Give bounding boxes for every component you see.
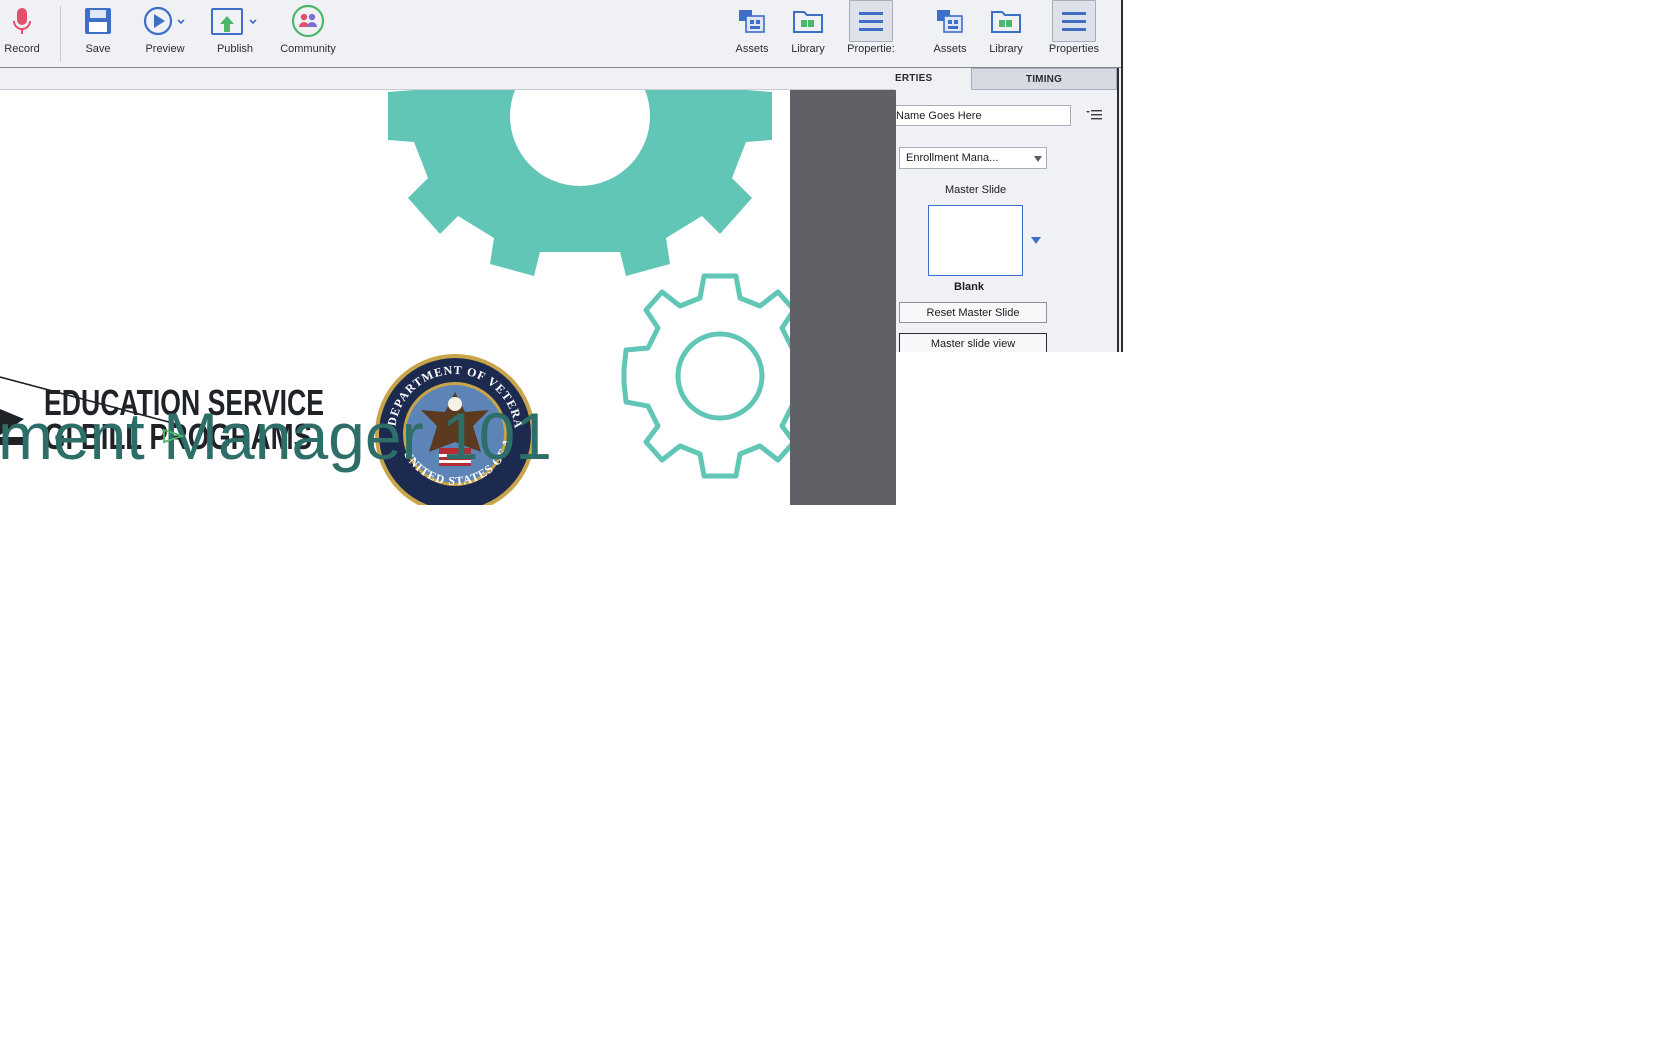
tab-timing-label: TIMING <box>1025 73 1063 85</box>
save-button[interactable]: Save <box>80 0 116 66</box>
thumbnail-dropdown-icon[interactable] <box>1031 237 1041 244</box>
library-button[interactable]: Library <box>789 0 827 66</box>
window-edge <box>1121 0 1123 352</box>
record-button[interactable]: Record <box>2 0 42 66</box>
master-slide-thumbnail[interactable] <box>928 205 1023 276</box>
properties-button-2[interactable]: Properties <box>1046 0 1102 66</box>
assets-button[interactable]: Assets <box>733 0 771 66</box>
save-icon <box>83 0 113 42</box>
slide-name-value: Name Goes Here <box>896 109 982 122</box>
gear-outline-graphic <box>621 273 790 479</box>
master-slide-label: Master Slide <box>945 184 1007 196</box>
slide-name-input[interactable]: Name Goes Here <box>895 105 1071 126</box>
library-icon <box>990 0 1022 42</box>
master-dropdown-value: Enrollment Mana... <box>906 152 999 164</box>
preview-button[interactable]: Preview <box>141 0 189 66</box>
toolbar-separator <box>60 6 61 62</box>
properties-icon <box>1052 0 1096 42</box>
library-label: Library <box>791 43 825 55</box>
master-slide-view-button[interactable]: Master slide view <box>899 333 1047 352</box>
master-slide-dropdown[interactable]: Enrollment Mana... <box>899 147 1047 169</box>
slide-title[interactable]: ment Manager 101 <box>0 398 552 474</box>
master-slide-view-label: Master slide view <box>930 337 1016 350</box>
properties-label: Propertie: <box>847 43 895 55</box>
reset-master-slide-button[interactable]: Reset Master Slide <box>899 302 1047 323</box>
play-icon <box>142 0 188 42</box>
microphone-icon <box>11 0 33 42</box>
preview-label: Preview <box>145 43 185 55</box>
slide-stage[interactable]: EDUCATION SERVICE GI BILL PROGRAMS DEPAR… <box>0 90 790 505</box>
properties-label: Properties <box>1048 43 1100 55</box>
properties-icon <box>849 0 893 42</box>
community-icon <box>291 0 325 42</box>
tab-properties[interactable]: ERTIES <box>895 68 971 90</box>
reset-master-slide-label: Reset Master Slide <box>926 306 1020 319</box>
publish-icon <box>210 0 260 42</box>
library-icon <box>792 0 824 42</box>
assets-label: Assets <box>735 43 769 55</box>
cursor-marker-icon <box>163 428 185 444</box>
master-thumb-caption: Blank <box>954 281 984 293</box>
library-label: Library <box>989 43 1023 55</box>
main-toolbar: Record Save Preview Publish Community As… <box>0 0 1123 68</box>
assets-label: Assets <box>933 43 967 55</box>
save-label: Save <box>85 43 111 55</box>
tab-properties-label: ERTIES <box>895 73 933 84</box>
record-label: Record <box>4 43 40 55</box>
assets-icon <box>935 0 965 42</box>
assets-button[interactable]: Assets <box>931 0 969 66</box>
panel-border <box>1117 68 1119 352</box>
stage-scratch-area <box>790 90 896 505</box>
publish-label: Publish <box>216 43 254 55</box>
list-options-icon[interactable] <box>1085 108 1103 122</box>
properties-panel: ERTIES TIMING Name Goes Here Enrollment … <box>895 68 1123 352</box>
publish-button[interactable]: Publish <box>211 0 259 66</box>
chevron-down-icon <box>1034 156 1042 162</box>
community-label: Community <box>280 43 336 55</box>
properties-button-1[interactable]: Propertie: <box>845 0 897 66</box>
community-button[interactable]: Community <box>278 0 338 66</box>
assets-icon <box>737 0 767 42</box>
library-button[interactable]: Library <box>987 0 1025 66</box>
gear-filled-graphic <box>388 90 772 276</box>
stage-header-strip <box>0 68 895 90</box>
tab-timing[interactable]: TIMING <box>971 68 1117 90</box>
